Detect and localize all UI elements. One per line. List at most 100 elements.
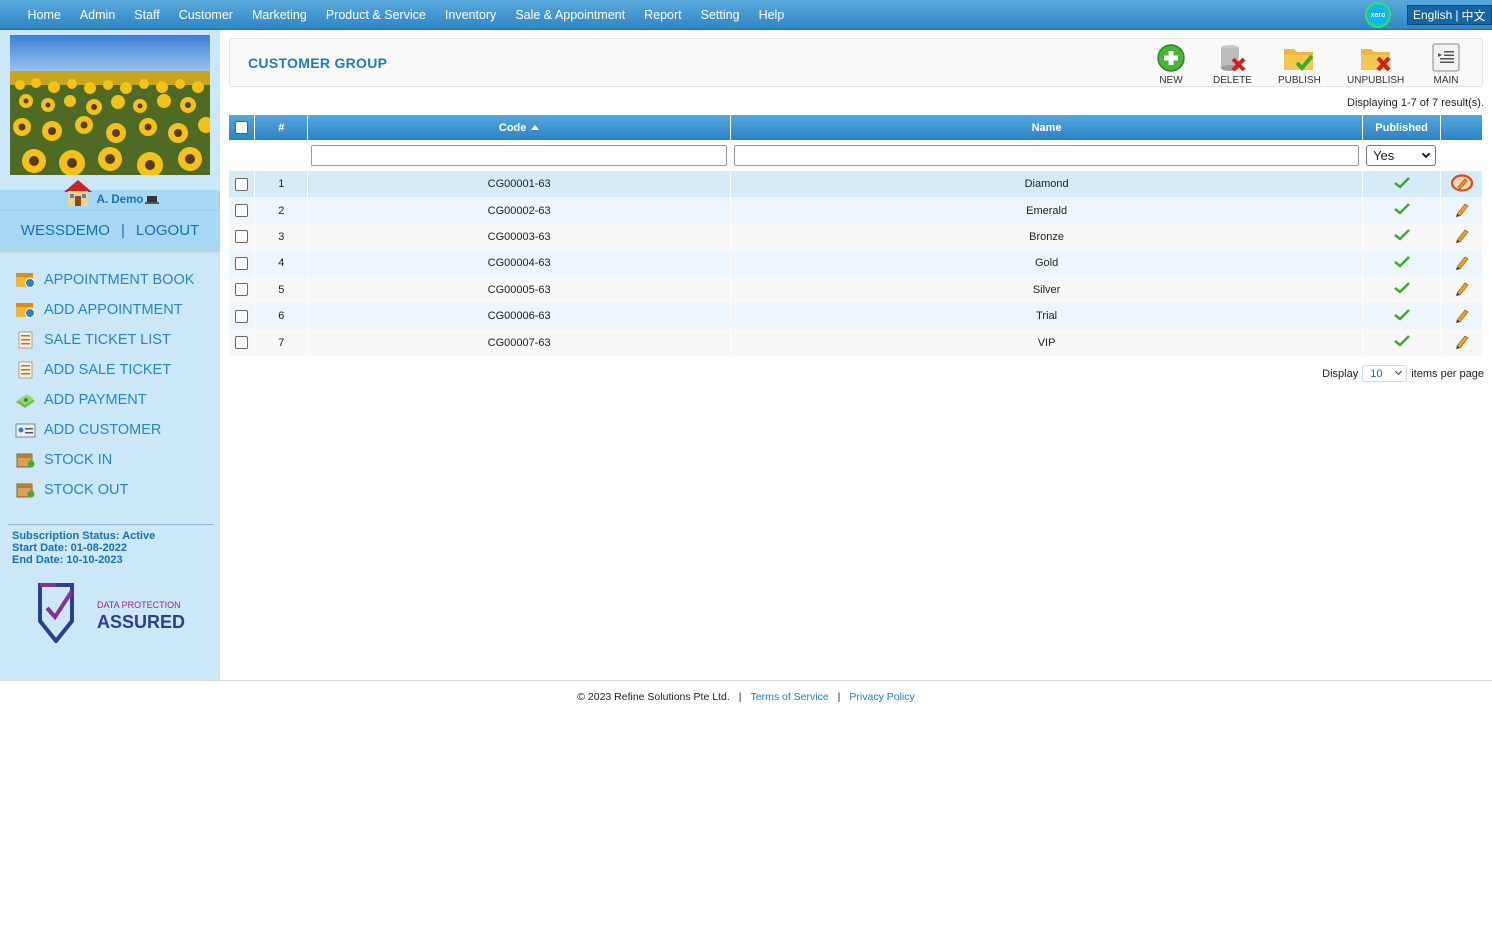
- menu-item-customer[interactable]: Customer: [169, 8, 242, 22]
- row-checkbox-cell: [229, 171, 256, 198]
- menu-item-inventory[interactable]: Inventory: [435, 8, 505, 22]
- edit-pencil-icon[interactable]: [1454, 333, 1470, 350]
- list-document-icon: [1432, 43, 1460, 72]
- account-link[interactable]: WESSDEMO: [21, 222, 110, 239]
- items-per-page: Display 10 items per page: [1300, 365, 1484, 382]
- quicklink-appointment-book[interactable]: APPOINTMENT BOOK: [15, 265, 220, 295]
- row-name[interactable]: Emerald: [730, 197, 1364, 224]
- quicklink-add-appointment[interactable]: ADD APPOINTMENT: [15, 295, 220, 325]
- quicklink-add-sale-ticket[interactable]: ADD SALE TICKET: [15, 355, 220, 385]
- main-button[interactable]: MAIN: [1432, 43, 1460, 86]
- row-checkbox[interactable]: [235, 256, 249, 270]
- row-checkbox-cell: [229, 197, 256, 224]
- table-row[interactable]: 1 CG00001-63 Diamond: [229, 171, 1483, 198]
- row-code[interactable]: CG00007-63: [307, 329, 732, 356]
- menu-item-report[interactable]: Report: [635, 8, 692, 22]
- edit-pencil-highlighted-icon[interactable]: [1450, 174, 1474, 192]
- chevron-down-icon: [1421, 149, 1431, 159]
- checkmark-icon[interactable]: [1393, 176, 1410, 189]
- name-filter-input[interactable]: [734, 145, 1360, 166]
- privacy-policy-link[interactable]: Privacy Policy: [849, 691, 914, 703]
- menu-item-admin[interactable]: Admin: [70, 8, 124, 22]
- menu-item-staff[interactable]: Staff: [125, 8, 169, 22]
- quicklink-stock-out[interactable]: STOCK OUT: [15, 475, 220, 505]
- published-filter-select[interactable]: Yes: [1366, 145, 1437, 166]
- row-checkbox[interactable]: [235, 283, 249, 297]
- quicklink-sale-ticket-list[interactable]: SALE TICKET LIST: [15, 325, 220, 355]
- row-code[interactable]: CG00002-63: [307, 197, 732, 224]
- row-name[interactable]: Bronze: [730, 223, 1364, 251]
- row-checkbox[interactable]: [235, 309, 249, 323]
- language-switcher[interactable]: English | 中文: [1407, 5, 1492, 25]
- quicklink-stock-in[interactable]: STOCK IN: [15, 445, 220, 475]
- table-row[interactable]: 4 CG00004-63 Gold: [229, 250, 1483, 277]
- table-row[interactable]: 6 CG00006-63 Trial: [229, 302, 1483, 330]
- edit-pencil-icon[interactable]: [1454, 201, 1470, 218]
- row-name[interactable]: Silver: [730, 276, 1364, 303]
- table-row[interactable]: 3 CG00003-63 Bronze: [229, 223, 1483, 251]
- checkmark-icon[interactable]: [1393, 308, 1410, 321]
- new-button[interactable]: NEW: [1156, 43, 1186, 86]
- code-filter-input[interactable]: [311, 145, 728, 166]
- publish-button[interactable]: PUBLISH: [1278, 43, 1321, 86]
- row-name[interactable]: Trial: [730, 302, 1364, 330]
- row-checkbox[interactable]: [235, 177, 249, 191]
- edit-pencil-icon[interactable]: [1454, 280, 1470, 297]
- select-all-header: [229, 115, 256, 140]
- quicklink-add-payment[interactable]: ADD PAYMENT: [15, 385, 220, 415]
- edit-pencil-icon[interactable]: [1454, 254, 1470, 270]
- row-checkbox[interactable]: [235, 230, 249, 244]
- row-name[interactable]: VIP: [730, 329, 1364, 356]
- row-code[interactable]: CG00003-63: [307, 223, 732, 251]
- result-count: Displaying 1-7 of 7 result(s).: [1347, 97, 1484, 109]
- delete-button[interactable]: DELETE: [1213, 43, 1252, 86]
- xero-icon[interactable]: xero: [1365, 2, 1391, 28]
- filter-cell: [254, 140, 309, 171]
- table-row[interactable]: 7 CG00007-63 VIP: [229, 329, 1483, 356]
- checkmark-icon[interactable]: [1393, 335, 1410, 347]
- menu-item-marketing[interactable]: Marketing: [242, 8, 316, 22]
- row-checkbox[interactable]: [235, 204, 249, 218]
- unpublish-button[interactable]: UNPUBLISH: [1347, 43, 1404, 86]
- row-code[interactable]: CG00005-63: [307, 276, 732, 303]
- menu-item-product-service[interactable]: Product & Service: [316, 8, 435, 22]
- checkmark-icon[interactable]: [1393, 229, 1410, 242]
- menu-item-help[interactable]: Help: [749, 8, 794, 22]
- edit-pencil-icon[interactable]: [1454, 307, 1470, 323]
- quicklink-label: STOCK OUT: [44, 482, 129, 498]
- edit-pencil-icon[interactable]: [1454, 227, 1470, 244]
- footer-divider: [0, 680, 1492, 681]
- row-code[interactable]: CG00004-63: [307, 250, 732, 277]
- menu-item-sale-appointment[interactable]: Sale & Appointment: [506, 8, 635, 22]
- row-edit-cell: [1440, 250, 1483, 277]
- lang-english[interactable]: English: [1413, 8, 1452, 22]
- row-name[interactable]: Diamond: [730, 171, 1364, 198]
- display-label: Display: [1322, 367, 1359, 380]
- badge-bottom-text: ASSURED: [97, 612, 185, 632]
- table-row[interactable]: 2 CG00002-63 Emerald: [229, 197, 1483, 224]
- home-icon[interactable]: [61, 178, 95, 208]
- table-row[interactable]: 5 CG00005-63 Silver: [229, 276, 1483, 303]
- quicklink-add-customer[interactable]: ADD CUSTOMER: [15, 415, 220, 445]
- lang-chinese[interactable]: 中文: [1461, 7, 1485, 24]
- row-checkbox[interactable]: [235, 336, 249, 350]
- calendar-add-icon: [16, 303, 35, 318]
- column-header-code[interactable]: Code: [307, 115, 732, 140]
- account-separator: |: [120, 222, 125, 239]
- row-name[interactable]: Gold: [730, 250, 1364, 277]
- terms-of-service-link[interactable]: Terms of Service: [750, 691, 828, 703]
- main-menu: Home Admin Staff Customer Marketing Prod…: [18, 0, 794, 30]
- select-all-checkbox[interactable]: [235, 121, 249, 134]
- checkmark-icon[interactable]: [1393, 255, 1410, 268]
- logout-link[interactable]: LOGOUT: [136, 222, 199, 239]
- row-code[interactable]: CG00001-63: [307, 171, 732, 198]
- checkmark-icon[interactable]: [1393, 203, 1410, 215]
- column-header-name[interactable]: Name: [730, 115, 1364, 140]
- column-header-published[interactable]: Published: [1362, 115, 1442, 140]
- menu-item-home[interactable]: Home: [18, 8, 70, 22]
- row-published-cell: [1362, 250, 1442, 277]
- row-code[interactable]: CG00006-63: [307, 302, 732, 330]
- items-per-page-select[interactable]: 10: [1362, 365, 1408, 382]
- menu-item-setting[interactable]: Setting: [691, 8, 749, 22]
- checkmark-icon[interactable]: [1393, 282, 1410, 294]
